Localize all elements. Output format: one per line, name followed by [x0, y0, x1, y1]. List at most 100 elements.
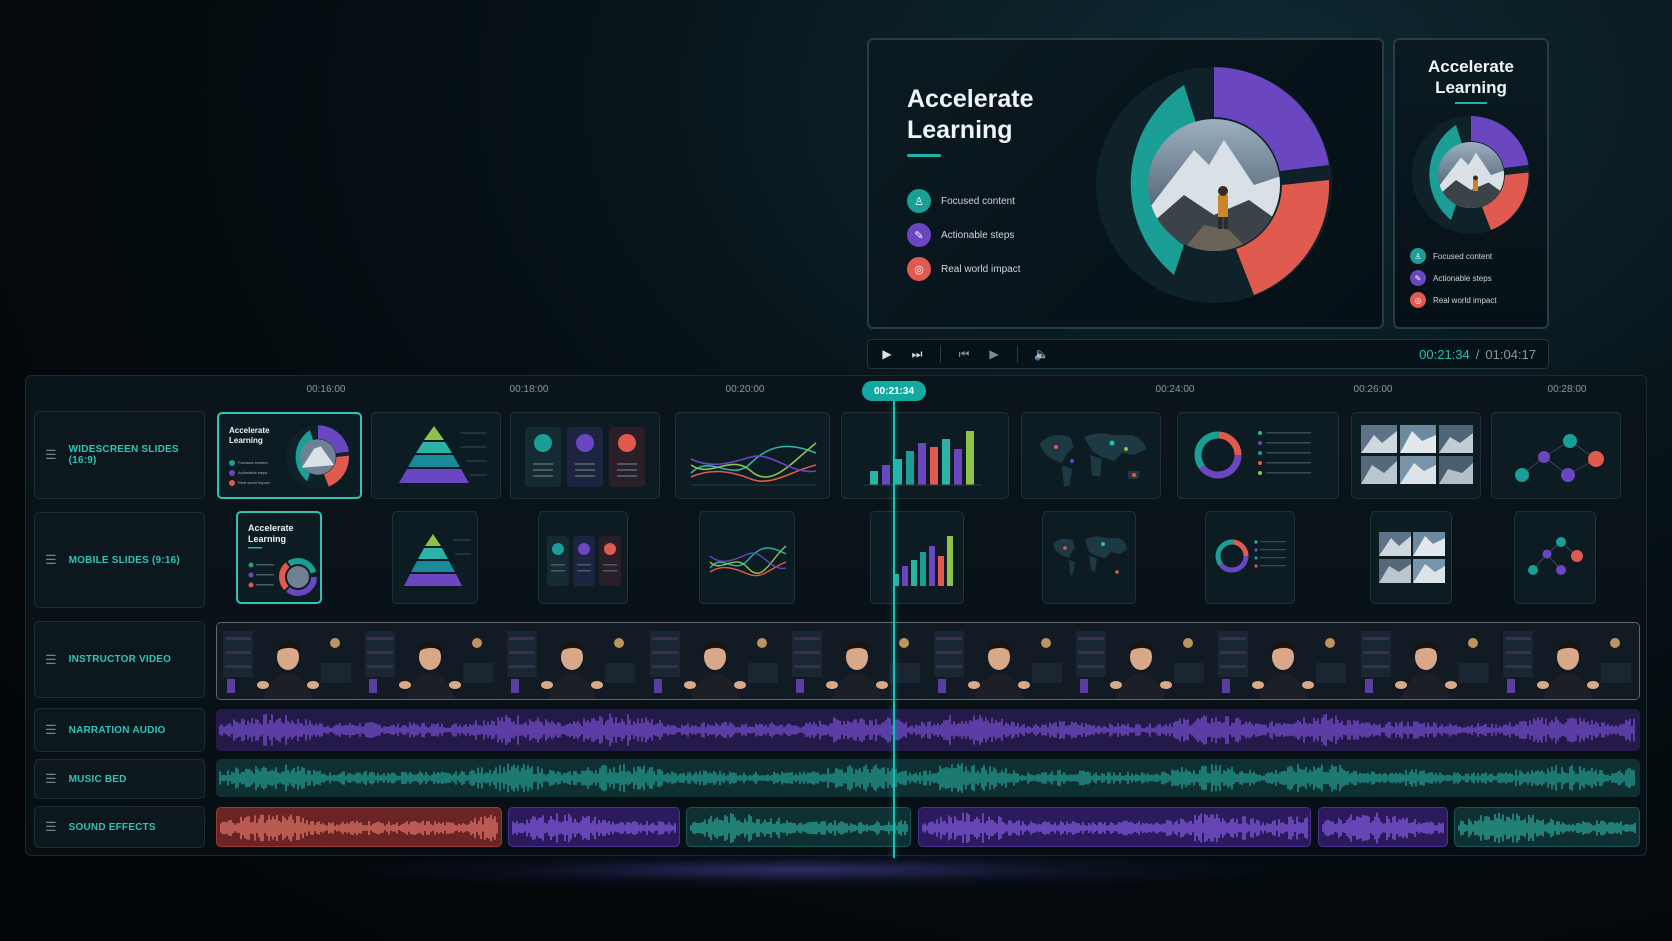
track-header-sfx[interactable]: ☰ SOUND EFFECTS: [34, 806, 205, 848]
instructor-video-clip[interactable]: [216, 622, 1640, 700]
video-frame: [1212, 623, 1355, 699]
widescreen-preview: Accelerate Learning ♙ Focused content ✎ …: [867, 38, 1384, 329]
mobile-bullet-actionable-steps: ✎ Actionable steps: [1410, 270, 1492, 286]
sfx-clip[interactable]: [508, 807, 680, 847]
sfx-clip[interactable]: [1318, 807, 1448, 847]
video-frame: [359, 623, 502, 699]
divider: [1017, 345, 1018, 363]
video-frame: [1496, 623, 1639, 699]
widescreen-clip-donut-legend[interactable]: [1177, 412, 1339, 499]
mobile-clip-line-chart[interactable]: [699, 511, 795, 604]
video-frame: [1354, 623, 1497, 699]
pyramid-thumb: [399, 426, 487, 483]
track-header-mobile[interactable]: ☰ MOBILE SLIDES (9:16): [34, 512, 205, 608]
widescreen-clip-line-chart[interactable]: [675, 412, 830, 499]
sfx-clip[interactable]: [918, 807, 1311, 847]
mobile-clip-donut-legend[interactable]: [1205, 511, 1295, 604]
music-bed-clip[interactable]: [216, 759, 1640, 797]
narration-audio-clip[interactable]: [216, 709, 1640, 751]
video-frame: [217, 623, 360, 699]
mobile-pyramid-thumb: [404, 534, 471, 586]
next-frame-icon[interactable]: ⏭: [910, 347, 924, 362]
mobile-preview: Accelerate Learning ♙ Focused content ✎ …: [1393, 38, 1549, 329]
ruler-label: 00:18:00: [509, 384, 549, 395]
track-header-widescreen[interactable]: ☰ WIDESCREEN SLIDES (16:9): [34, 411, 205, 499]
playhead-time-badge[interactable]: 00:21:34: [862, 381, 926, 401]
mobile-clip-network[interactable]: [1514, 511, 1596, 604]
mobile-network-thumb: [1528, 537, 1583, 575]
video-frame: [1070, 623, 1213, 699]
title-underline: [907, 154, 941, 157]
sfx-waveform: [690, 813, 908, 843]
bullet-real-world-impact: ◎ Real world impact: [907, 257, 1020, 281]
person-icon: ♙: [907, 189, 931, 213]
network-thumb: [1515, 434, 1604, 482]
video-frame: [928, 623, 1071, 699]
mobile-donut-legend-thumb: [1215, 539, 1286, 573]
mobile-clip-cards[interactable]: [538, 511, 628, 604]
bullet-actionable-steps: ✎ Actionable steps: [907, 223, 1014, 247]
mobile-preview-title: Accelerate Learning: [1427, 57, 1514, 97]
time-ruler[interactable]: 00:16:00 00:18:00 00:20:00 00:24:00 00:2…: [26, 376, 1646, 404]
sfx-clip[interactable]: [686, 807, 911, 847]
thumb-donut: [286, 425, 350, 489]
track-header-video[interactable]: ☰ INSTRUCTOR VIDEO: [34, 621, 205, 698]
playhead-line[interactable]: [893, 401, 895, 858]
pencil-icon: ✎: [1410, 270, 1426, 286]
music-waveform: [219, 763, 1635, 793]
line-chart-thumb: [690, 442, 817, 486]
play-small-icon[interactable]: ▶: [987, 347, 1001, 361]
widescreen-clip-pyramid[interactable]: [371, 412, 501, 499]
play-icon[interactable]: ▶: [880, 347, 894, 361]
narration-waveform: [219, 713, 1635, 747]
mobile-cards-thumb: [547, 536, 621, 586]
drag-handle-icon[interactable]: ☰: [45, 819, 57, 835]
drag-handle-icon[interactable]: ☰: [45, 722, 57, 738]
mobile-clip-title[interactable]: Accelerate Learning: [236, 511, 322, 604]
widescreen-clip-photo-grid[interactable]: [1351, 412, 1481, 499]
drag-handle-icon[interactable]: ☰: [45, 447, 57, 463]
sfx-clip[interactable]: [1454, 807, 1640, 847]
mobile-title-underline: [1455, 102, 1487, 104]
divider: [940, 345, 941, 363]
cards-thumb: [525, 427, 645, 487]
widescreen-clip-bar-chart[interactable]: [841, 412, 1009, 499]
sfx-waveform: [1322, 812, 1444, 844]
mobile-clip-world-map[interactable]: [1042, 511, 1136, 604]
donut-chart-photo: [1096, 67, 1332, 303]
drag-handle-icon[interactable]: ☰: [45, 771, 57, 787]
mobile-bullet-real-world-impact: ◎ Real world impact: [1410, 292, 1497, 308]
target-icon: ◎: [907, 257, 931, 281]
pencil-icon: ✎: [907, 223, 931, 247]
bullet-focused-content: ♙ Focused content: [907, 189, 1015, 213]
mobile-bar-chart-thumb: [893, 536, 953, 586]
widescreen-clip-network[interactable]: [1491, 412, 1621, 499]
track-header-music[interactable]: ☰ MUSIC BED: [34, 759, 205, 799]
person-icon: ♙: [1410, 248, 1426, 264]
track-header-narration[interactable]: ☰ NARRATION AUDIO: [34, 708, 205, 752]
floor-glow: [300, 850, 1300, 890]
volume-icon[interactable]: 🔈: [1034, 347, 1049, 361]
bar-chart-thumb: [864, 431, 982, 486]
mobile-clip-bar-chart[interactable]: [870, 511, 964, 604]
mobile-donut-chart-photo: [1412, 116, 1530, 234]
drag-handle-icon[interactable]: ☰: [45, 552, 57, 568]
mobile-line-chart-thumb: [709, 545, 787, 577]
sfx-clip[interactable]: [216, 807, 502, 847]
target-icon: ◎: [1410, 292, 1426, 308]
sfx-waveform: [220, 814, 498, 842]
mobile-clip-pyramid[interactable]: [392, 511, 478, 604]
ruler-label: 00:16:00: [306, 384, 346, 395]
mobile-photo-grid-thumb: [1379, 532, 1445, 583]
mobile-clip-photo-grid[interactable]: [1370, 511, 1452, 604]
widescreen-clip-cards[interactable]: [510, 412, 660, 499]
widescreen-clip-world-map[interactable]: [1021, 412, 1161, 499]
drag-handle-icon[interactable]: ☰: [45, 652, 57, 668]
ruler-label: 00:24:00: [1155, 384, 1195, 395]
video-frame: [501, 623, 644, 699]
timeline-panel: 00:16:00 00:18:00 00:20:00 00:24:00 00:2…: [25, 375, 1647, 858]
skip-back-icon[interactable]: ⏮: [957, 347, 971, 362]
current-time: 00:21:34: [1419, 346, 1470, 362]
ruler-label: 00:26:00: [1353, 384, 1393, 395]
widescreen-clip-title[interactable]: Accelerate Learning Focused content Acti…: [217, 412, 362, 499]
